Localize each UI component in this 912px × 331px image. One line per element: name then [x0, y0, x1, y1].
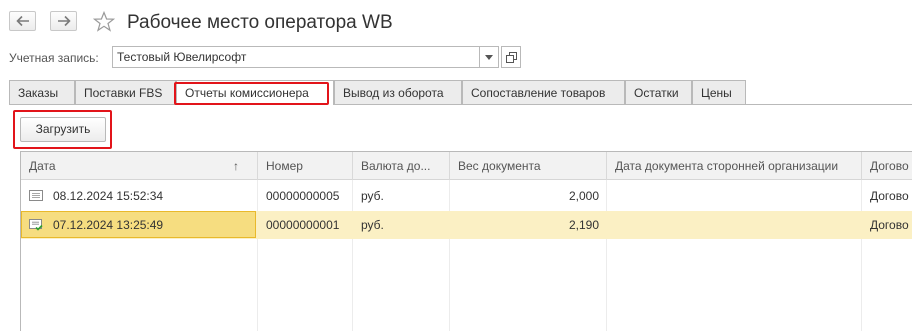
- tab-orders[interactable]: Заказы: [9, 80, 75, 104]
- tab-product-matching[interactable]: Сопоставление товаров: [462, 80, 625, 104]
- sort-ascending-icon: ↑: [233, 159, 239, 173]
- cell-currency: руб.: [361, 189, 384, 203]
- back-button[interactable]: [9, 11, 36, 31]
- cell-date: 08.12.2024 15:52:34: [53, 189, 164, 203]
- cell-number: 00000000001: [266, 218, 340, 232]
- column-header-number[interactable]: Номер: [258, 152, 353, 180]
- forward-button[interactable]: [50, 11, 77, 31]
- document-posted-icon: [29, 219, 43, 231]
- column-header-date[interactable]: Дата: [21, 152, 258, 180]
- cell-weight: 2,000: [568, 189, 599, 203]
- account-dropdown-button[interactable]: [479, 46, 499, 68]
- tab-fbs-supplies[interactable]: Поставки FBS: [75, 80, 176, 104]
- column-header-currency[interactable]: Валюта до...: [353, 152, 450, 180]
- account-label: Учетная запись:: [9, 51, 99, 65]
- cell-external-date: [607, 182, 862, 210]
- table-row[interactable]: 08.12.2024 15:52:34 00000000005 руб. 2,0…: [21, 182, 912, 210]
- arrow-left-icon: [15, 15, 29, 27]
- column-header-external-date[interactable]: Дата документа сторонней организации: [607, 152, 862, 180]
- cell-currency: руб.: [361, 218, 384, 232]
- account-open-button[interactable]: [501, 46, 521, 68]
- star-icon: [92, 10, 116, 32]
- page-title: Рабочее место оператора WB: [127, 12, 393, 33]
- tab-highlight-frame: [174, 82, 329, 105]
- tab-prices[interactable]: Цены: [692, 80, 746, 104]
- cell-weight: 2,190: [568, 218, 599, 232]
- cell-date: 07.12.2024 13:25:49: [53, 218, 164, 232]
- cell-external-date: [607, 211, 862, 239]
- column-header-contract[interactable]: Догово: [862, 152, 912, 180]
- tab-stock[interactable]: Остатки: [625, 80, 692, 104]
- load-button-highlight-frame: [13, 110, 112, 149]
- account-field[interactable]: Тестовый Ювелирсофт: [112, 46, 480, 68]
- column-header-weight[interactable]: Вес документа: [450, 152, 607, 180]
- favorite-star-button[interactable]: [92, 10, 116, 35]
- arrow-right-icon: [57, 15, 71, 27]
- tab-withdrawal[interactable]: Вывод из оборота: [334, 80, 462, 104]
- cell-contract: Догово: [870, 189, 909, 203]
- cell-number: 00000000005: [266, 189, 340, 203]
- table-row-content: 07.12.2024 13:25:49 00000000001 руб. 2,1…: [21, 211, 912, 239]
- open-window-icon: [505, 51, 517, 63]
- document-icon: [29, 190, 43, 201]
- chevron-down-icon: [485, 54, 493, 60]
- tabs-baseline: [9, 104, 912, 105]
